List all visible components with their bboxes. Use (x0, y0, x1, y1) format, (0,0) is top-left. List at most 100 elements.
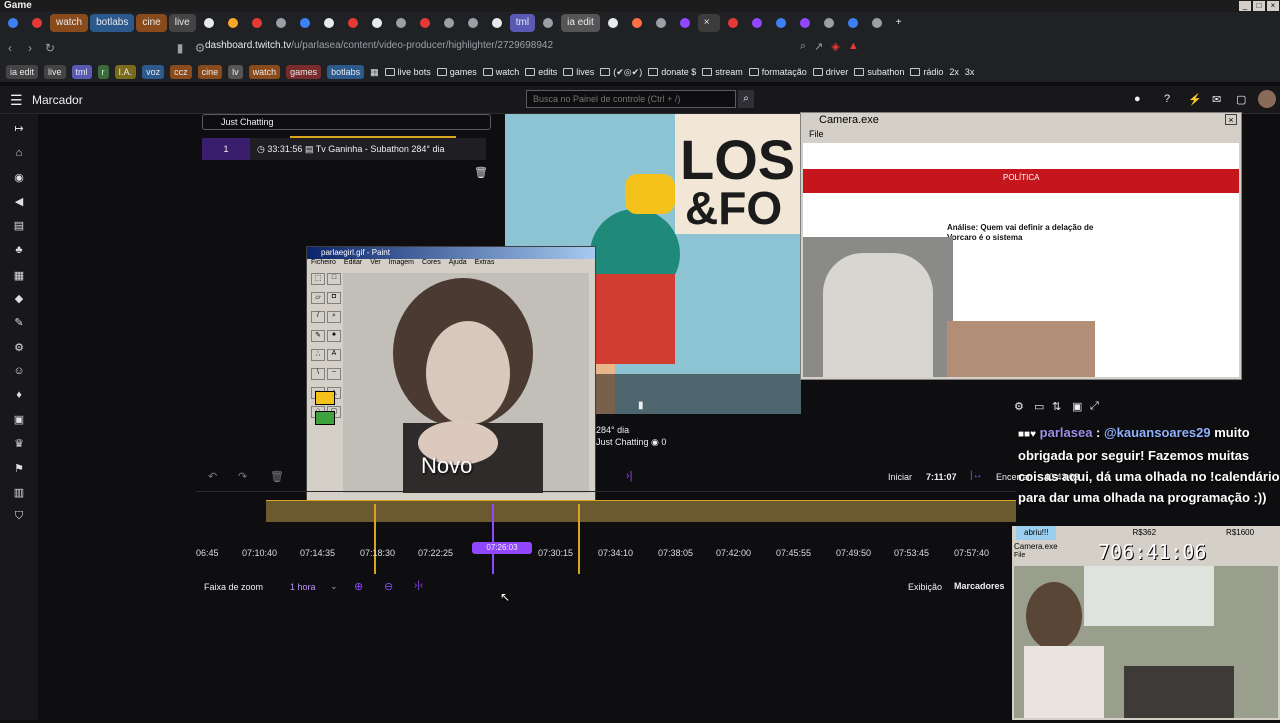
bookmark-chip[interactable]: botlabs (327, 65, 365, 79)
megaphone-icon[interactable]: ◀ (12, 195, 26, 209)
airbrush-icon[interactable]: ∴ (311, 349, 325, 361)
trash-icon[interactable]: 🗑 (474, 166, 488, 179)
settings-icon[interactable]: ⚙ (12, 341, 26, 355)
pencil-icon[interactable]: ✎ (311, 330, 325, 342)
timeline[interactable]: 07:26:03 06:45 07:10:40 07:14:35 07:18:3… (196, 500, 1016, 580)
tab-cine[interactable]: cine (136, 14, 167, 32)
color-swatch-icon[interactable] (315, 391, 335, 405)
tab-favicon[interactable] (26, 14, 48, 32)
whispers-icon[interactable]: ▢ (1236, 93, 1246, 106)
zoom-in-icon[interactable]: ⊕ (354, 580, 363, 593)
timeline-clip-region[interactable] (266, 500, 1016, 522)
fit-icon[interactable]: ›|‹ (414, 580, 423, 591)
bookmark-chip[interactable]: ccz (170, 65, 192, 79)
tab-botlabs[interactable]: botlabs (90, 14, 135, 32)
set-start-icon[interactable]: |↔ (970, 470, 983, 481)
play-segment-icon[interactable]: ›| (626, 470, 633, 482)
picker-icon[interactable]: / (311, 311, 325, 323)
menu-item[interactable]: Imagem (389, 259, 414, 271)
text-icon[interactable]: A (327, 349, 341, 361)
search-icon[interactable]: ⌕ (738, 90, 754, 108)
view-label[interactable]: Exibição (908, 582, 942, 592)
reload-icon[interactable]: ↻ (40, 41, 60, 55)
url-text[interactable]: dashboard.twitch.tv/u/parlasea/content/v… (205, 40, 553, 51)
tab-favicon[interactable] (414, 14, 436, 32)
tab-favicon[interactable] (602, 14, 624, 32)
back-icon[interactable]: ‹ (0, 41, 20, 55)
tab-favicon[interactable] (246, 14, 268, 32)
safety-icon[interactable]: ⚑ (12, 462, 26, 476)
community-icon[interactable]: ♣ (12, 244, 26, 258)
stream-icon[interactable]: ◉ (12, 171, 26, 185)
search-icon[interactable]: ⌕ (800, 40, 806, 53)
select-tool-icon[interactable]: ⬚ (311, 273, 325, 285)
book-icon[interactable]: ▥ (12, 486, 26, 500)
bookmark-chip[interactable]: games (286, 65, 322, 79)
extensions-icon[interactable]: ♦ (12, 389, 26, 403)
tab-favicon[interactable] (2, 14, 24, 32)
line-icon[interactable]: \ (311, 368, 325, 380)
menu-item[interactable]: Ficheiro (311, 259, 336, 271)
alert-icon[interactable]: ▲ (848, 40, 859, 53)
fill-icon[interactable]: ◘ (327, 292, 341, 304)
menu-item[interactable]: Editar (344, 259, 362, 271)
creator-icon[interactable]: ♛ (12, 437, 26, 451)
tab-favicon[interactable] (270, 14, 292, 32)
bookmark-chip[interactable]: watch (248, 65, 281, 79)
playhead-line[interactable] (492, 504, 494, 574)
clip-icon[interactable]: ⇅ (1052, 400, 1061, 413)
bookmark-folder[interactable]: watch (482, 67, 519, 77)
tab-tml[interactable]: tml (509, 14, 536, 32)
video-icon[interactable]: ▣ (12, 413, 26, 427)
new-tab-icon[interactable]: + (890, 14, 912, 32)
maximize-button[interactable]: □ (1253, 1, 1265, 11)
paint-canvas[interactable]: Novo (343, 273, 589, 493)
zoom-out-icon[interactable]: ⊖ (384, 580, 393, 593)
monetization-icon[interactable]: ◆ (12, 292, 26, 306)
bookmark-chip[interactable]: tml (71, 65, 92, 79)
bookmark-folder[interactable]: driver (812, 67, 848, 77)
bookmark-folder[interactable]: formatação (748, 67, 807, 77)
redo-icon[interactable]: ↷ (238, 470, 247, 483)
menu-item[interactable]: Ver (370, 259, 381, 271)
chevron-down-icon[interactable]: ⌄ (330, 581, 338, 592)
menu-icon[interactable]: ☰ (10, 92, 23, 109)
fullscreen-icon[interactable]: ⤢ (1090, 400, 1099, 413)
inbox-icon[interactable]: ✉ (1212, 93, 1221, 106)
category-field[interactable]: Just Chatting (202, 114, 491, 130)
bookmark-chip[interactable]: lv (228, 65, 243, 79)
tab-live[interactable]: live (168, 14, 196, 32)
tab-favicon[interactable] (342, 14, 364, 32)
bookmark-chip[interactable]: r (97, 65, 109, 79)
analytics-icon[interactable]: ▤ (12, 219, 26, 233)
tab-favicon[interactable] (794, 14, 816, 32)
close-button[interactable]: × (1267, 1, 1279, 11)
tab-ia-edit[interactable]: ia edit (561, 14, 600, 32)
bookmark-chip[interactable]: ia edit (6, 65, 39, 79)
markers-tab[interactable]: Marcadores (954, 581, 1005, 591)
tab-favicon[interactable] (650, 14, 672, 32)
tab-favicon[interactable] (818, 14, 840, 32)
settings-icon[interactable]: ⚙ (1014, 400, 1024, 413)
tab-favicon[interactable] (486, 14, 508, 32)
camera-menu-file[interactable]: File (809, 129, 824, 139)
viewer-icon[interactable]: ☺ (12, 365, 26, 379)
bookmark-folder[interactable]: games (436, 67, 477, 77)
tab-favicon[interactable] (438, 14, 460, 32)
playhead-time[interactable]: 07:26:03 (472, 542, 532, 554)
menu-item[interactable]: Cores (422, 259, 441, 271)
help-icon[interactable]: ? (1164, 93, 1170, 105)
color-swatch-icon[interactable] (315, 411, 335, 425)
bookmark-icon[interactable]: ▮ (170, 41, 190, 55)
bookmark-chip[interactable]: live (44, 65, 66, 79)
eraser-icon[interactable]: ▱ (311, 292, 325, 304)
close-icon[interactable]: × (1225, 114, 1237, 125)
shield-icon[interactable]: ⛉ (12, 510, 26, 524)
pencil-icon[interactable]: ✎ (12, 316, 26, 330)
shield-icon[interactable]: ◈ (831, 40, 839, 53)
bookmark-folder[interactable]: rádio (910, 67, 943, 77)
bookmark-chip[interactable]: cine (197, 65, 223, 79)
bookmark-folder[interactable]: lives (563, 67, 594, 77)
bookmark-folder[interactable]: live bots (384, 67, 431, 77)
play-icon[interactable]: ▮ (638, 400, 644, 411)
